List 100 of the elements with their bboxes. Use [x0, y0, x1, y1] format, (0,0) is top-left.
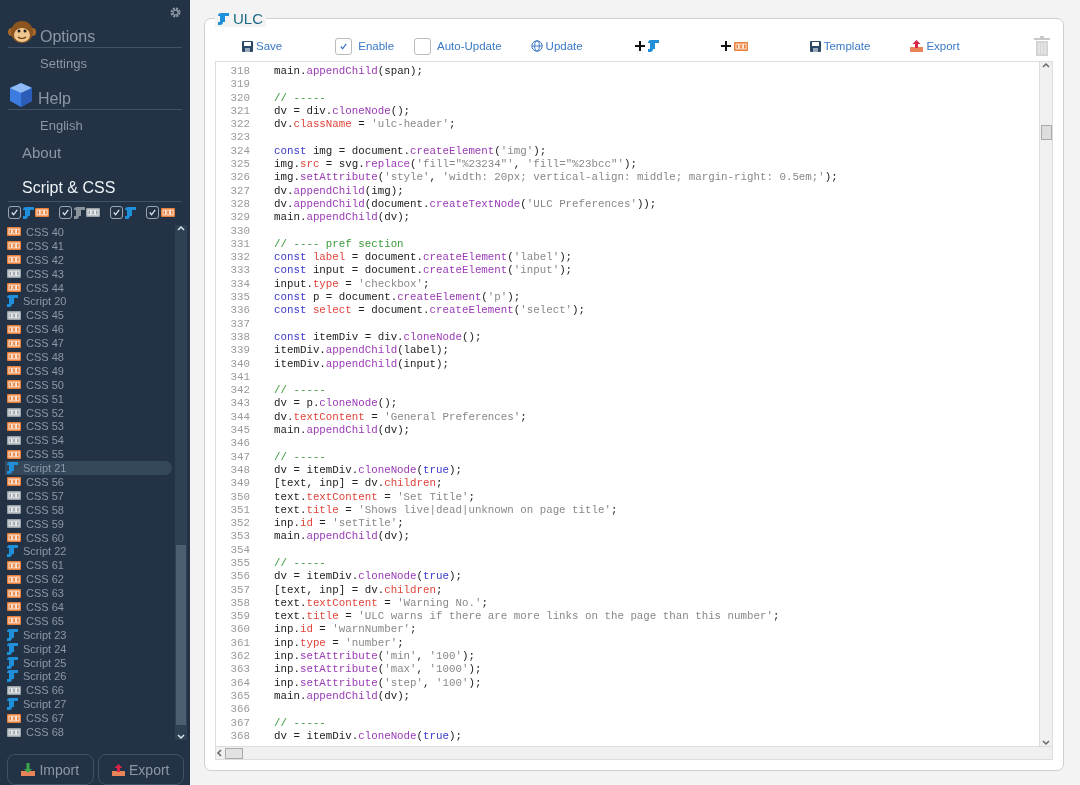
line-number: 352	[229, 517, 250, 531]
sidebar-item[interactable]: Script 22	[5, 544, 172, 559]
line-number: 353	[229, 530, 250, 544]
sidebar-item[interactable]: CSS 63	[5, 586, 172, 601]
sidebar-item[interactable]: CSS 53	[5, 419, 172, 434]
line-number: 333	[229, 264, 250, 278]
sidebar-item[interactable]: CSS 54	[5, 433, 172, 448]
filter-checkbox[interactable]	[146, 206, 159, 219]
line-number: 331	[229, 237, 250, 252]
sidebar-item[interactable]: Script 27	[5, 697, 172, 712]
line-number: 367	[229, 716, 250, 730]
settings-icon[interactable]	[169, 6, 182, 19]
sidebar-item[interactable]: CSS 49	[5, 363, 172, 378]
script-icon	[23, 206, 34, 219]
nav-link[interactable]: Settings	[8, 48, 182, 76]
line-number: 357	[229, 583, 250, 597]
sidebar-item[interactable]: CSS 57	[5, 488, 172, 503]
line-number: 326	[229, 171, 250, 185]
scrollbar[interactable]	[175, 225, 187, 740]
sidebar-item[interactable]: CSS 62	[5, 572, 172, 587]
line-number: 337	[229, 317, 250, 331]
toolbar-button[interactable]: Update	[527, 38, 586, 54]
code-line: // -----	[274, 384, 326, 398]
cube-icon	[8, 82, 34, 108]
line-number: 340	[229, 357, 250, 371]
scroll-up-icon[interactable]	[1042, 62, 1050, 68]
plus-icon	[720, 41, 731, 51]
sidebar-item[interactable]: CSS 67	[5, 711, 172, 726]
sidebar-item[interactable]: Script 26	[5, 669, 172, 684]
export-icon	[112, 763, 125, 776]
code-line: dv.appendChild(document.createTextNode('ULC Preferences'));	[274, 197, 657, 212]
line-number: 318	[229, 65, 250, 79]
sidebar-item[interactable]: CSS 47	[5, 336, 172, 350]
line-number: 366	[229, 703, 250, 717]
checkbox-label[interactable]: Auto-Update	[437, 40, 502, 52]
nav-heading: Help	[38, 90, 71, 108]
line-number: 351	[229, 503, 250, 518]
line-number: 346	[229, 437, 250, 451]
code-line: itemDiv.appendChild(input);	[274, 357, 449, 371]
nav-link[interactable]: English	[8, 110, 182, 138]
filter-checkbox[interactable]	[110, 206, 123, 219]
sidebar-item[interactable]: CSS 66	[5, 683, 172, 698]
sidebar-item[interactable]: CSS 46	[5, 322, 172, 337]
sidebar-item[interactable]: CSS 50	[5, 377, 172, 392]
import-icon	[21, 763, 36, 776]
line-number: 365	[229, 689, 250, 704]
toolbar-button[interactable]: Export	[907, 38, 963, 54]
code-line: text.textContent = 'Set Title';	[274, 490, 475, 504]
nav-link[interactable]: About	[8, 138, 182, 165]
checkbox-label[interactable]: Enable	[358, 40, 395, 52]
line-number: 329	[229, 211, 250, 225]
sidebar-item[interactable]: CSS 42	[5, 252, 172, 267]
filter-checkbox[interactable]	[8, 206, 21, 219]
sidebar-item[interactable]: CSS 56	[5, 475, 172, 489]
sidebar-item[interactable]: CSS 55	[5, 447, 172, 462]
sidebar-item[interactable]: CSS 43	[5, 266, 172, 281]
sidebar-item[interactable]: CSS 64	[5, 600, 172, 614]
sidebar-item[interactable]: CSS 60	[5, 530, 172, 545]
sidebar-item[interactable]: CSS 61	[5, 558, 172, 573]
code-line: inp.id = 'setTitle';	[274, 517, 404, 531]
scroll-thumb[interactable]	[225, 747, 243, 759]
sidebar-item[interactable]: Script 20	[5, 294, 172, 309]
sidebar-item[interactable]: CSS 68	[5, 725, 172, 739]
scroll-thumb[interactable]	[176, 545, 186, 725]
sidebar-item[interactable]: CSS 41	[5, 238, 172, 253]
line-number: 349	[229, 477, 250, 491]
filter-checkbox[interactable]	[59, 206, 72, 219]
line-number: 344	[229, 410, 250, 424]
scroll-thumb[interactable]	[1041, 125, 1052, 140]
sidebar-item[interactable]: Script 23	[5, 627, 172, 642]
css-icon	[733, 41, 748, 51]
toolbar-button[interactable]: Template	[806, 38, 874, 54]
sidebar-item[interactable]: CSS 51	[5, 391, 172, 406]
sidebar-item[interactable]: Script 24	[5, 641, 172, 656]
sidebar-item[interactable]: CSS 65	[5, 613, 172, 628]
sidebar-item[interactable]: CSS 44	[5, 280, 172, 295]
scrollbar[interactable]	[216, 746, 1052, 759]
sidebar-item[interactable]: CSS 40	[5, 225, 172, 239]
code-line: dv = itemDiv.cloneNode(true);	[274, 570, 462, 584]
line-number: 334	[229, 277, 250, 292]
css-icon	[86, 208, 100, 217]
toolbar-button[interactable]: Save	[239, 38, 286, 54]
line-number: 335	[229, 291, 250, 305]
sidebar-item[interactable]: Script 21	[5, 461, 172, 476]
scrollbar[interactable]	[1039, 62, 1052, 746]
sidebar-item[interactable]: CSS 52	[5, 405, 172, 420]
sidebar-item[interactable]: CSS 48	[5, 350, 172, 364]
sidebar-item[interactable]: CSS 59	[5, 516, 172, 531]
sidebar-button[interactable]: Import	[7, 754, 94, 785]
scroll-down-icon[interactable]	[1042, 740, 1050, 746]
sidebar-item[interactable]: CSS 45	[5, 308, 172, 323]
checkbox[interactable]	[414, 37, 432, 55]
checkbox[interactable]	[335, 37, 353, 55]
line-number: 322	[229, 118, 250, 132]
sidebar-item[interactable]: CSS 58	[5, 502, 172, 517]
code-line: dv.appendChild(img);	[274, 184, 404, 198]
code-line: inp.setAttribute('step', '100');	[274, 676, 482, 690]
scroll-left-icon[interactable]	[216, 749, 222, 757]
sidebar-button[interactable]: Export	[97, 754, 184, 785]
sidebar-item[interactable]: Script 25	[5, 655, 172, 670]
